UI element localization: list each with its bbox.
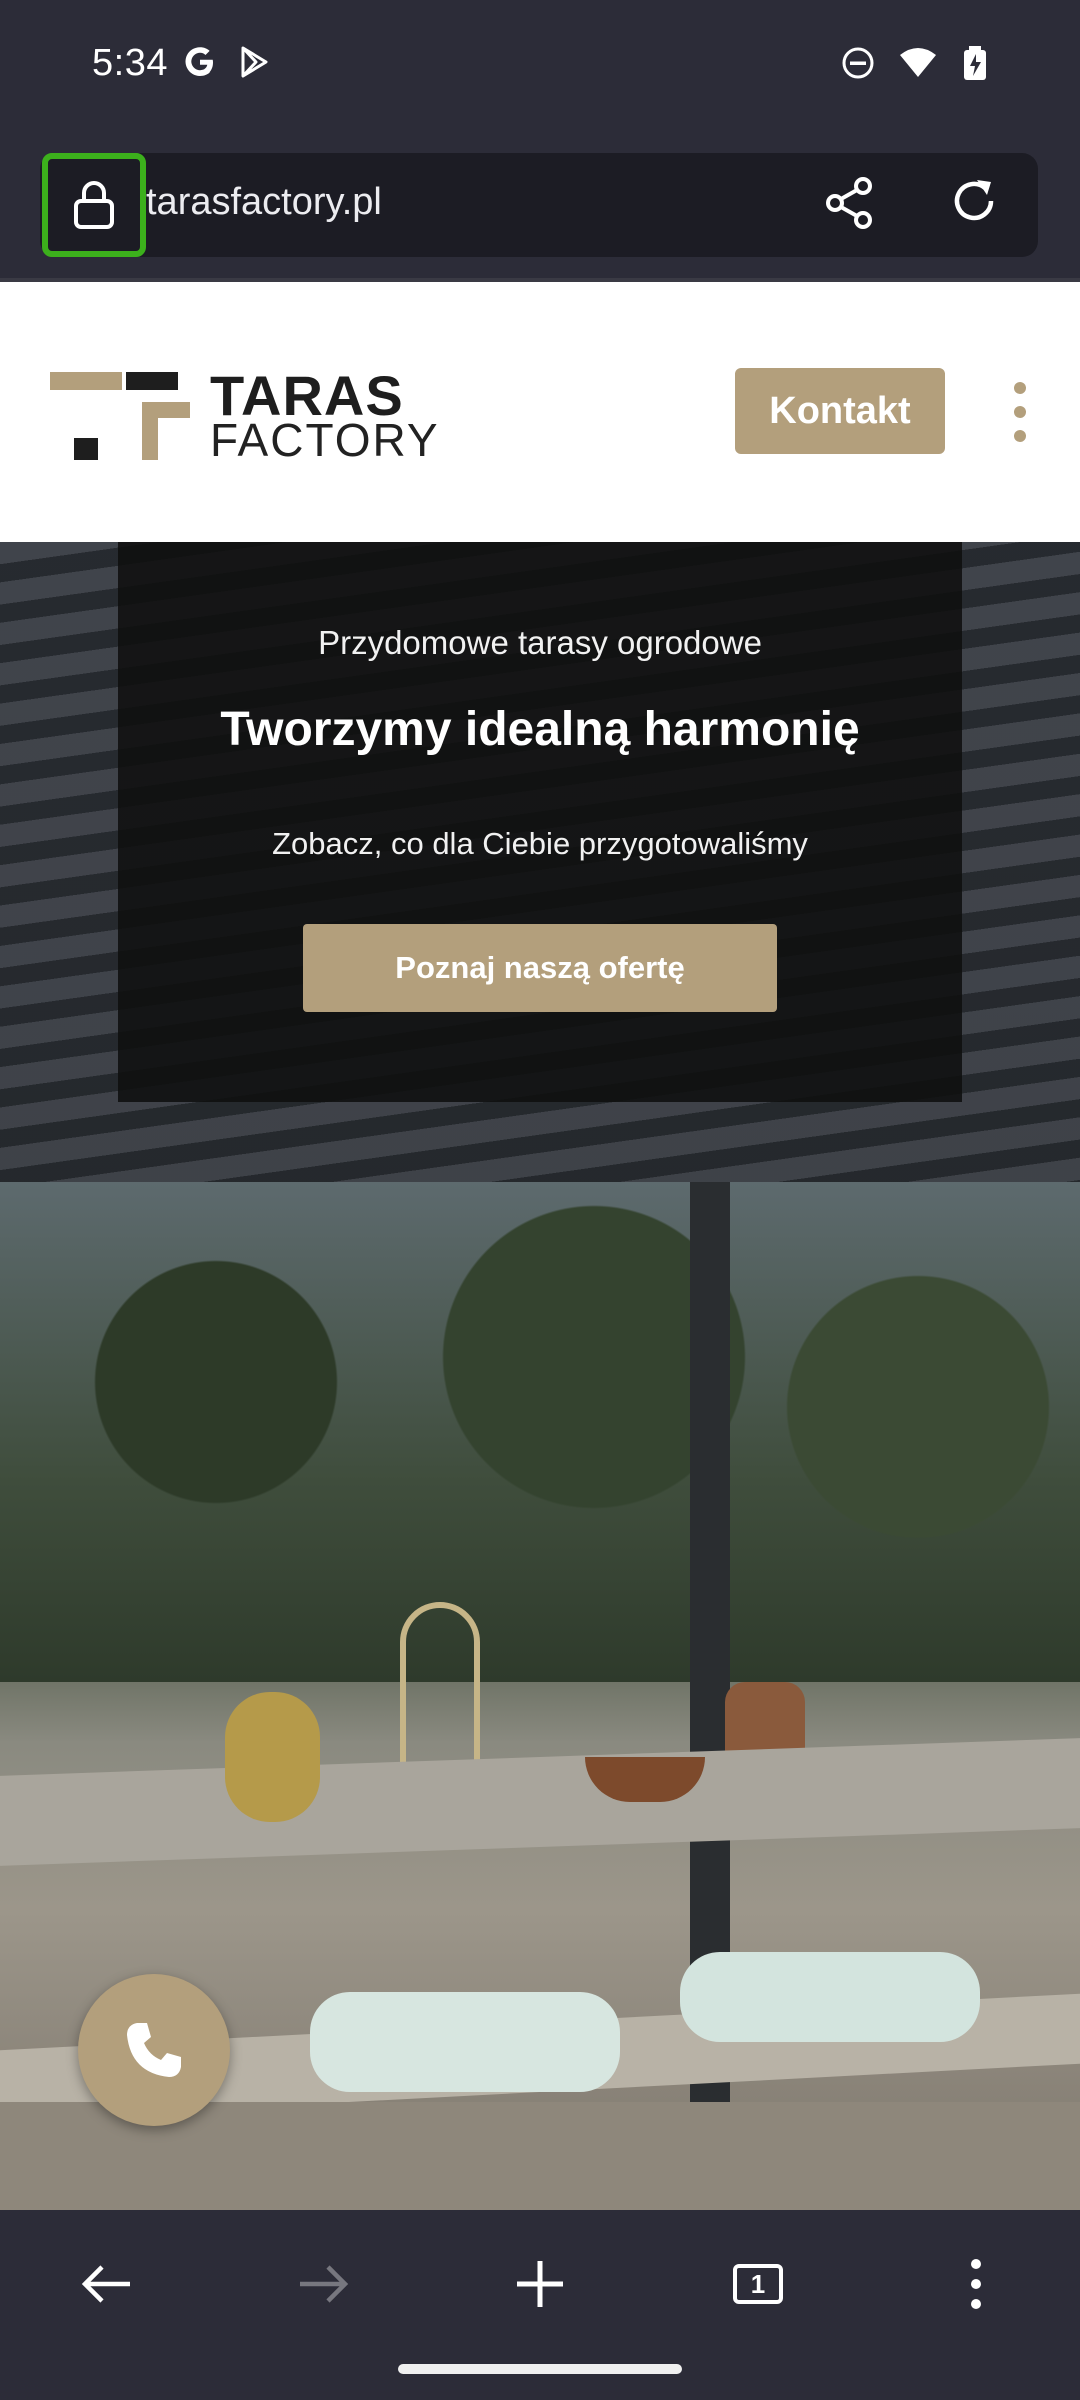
forward-arrow-icon[interactable] bbox=[284, 2244, 364, 2324]
phone-icon[interactable] bbox=[78, 1974, 230, 2126]
logo-text-factory: FACTORY bbox=[210, 414, 440, 466]
status-time: 5:34 bbox=[92, 42, 168, 84]
browser-toolbar: tarasfactory.pl bbox=[0, 135, 1080, 278]
play-store-icon bbox=[236, 44, 272, 85]
hero-background-trees bbox=[0, 1182, 1080, 1682]
tab-switcher-button[interactable]: 1 bbox=[718, 2244, 798, 2324]
hero-subtitle: Zobacz, co dla Ciebie przygotowaliśmy bbox=[272, 826, 808, 861]
hero-section: Przydomowe tarasy ogrodowe Tworzymy idea… bbox=[0, 542, 1080, 2210]
url-text[interactable]: tarasfactory.pl bbox=[146, 181, 382, 224]
hero-background-pineapple bbox=[225, 1692, 320, 1822]
lock-icon[interactable] bbox=[42, 153, 146, 257]
hero-background-cushion bbox=[680, 1952, 980, 2042]
reload-icon[interactable] bbox=[942, 169, 1006, 233]
hero-background-cushion bbox=[310, 1992, 620, 2092]
do-not-disturb-icon bbox=[840, 45, 876, 86]
status-right-icons bbox=[840, 44, 990, 87]
site-header: TARAS FACTORY Kontakt bbox=[0, 278, 1080, 542]
google-icon bbox=[182, 44, 218, 85]
logo[interactable]: TARAS FACTORY bbox=[50, 368, 438, 468]
battery-icon bbox=[960, 44, 990, 87]
contact-button[interactable]: Kontakt bbox=[735, 368, 945, 454]
share-icon[interactable] bbox=[818, 171, 882, 235]
logo-mark bbox=[50, 372, 190, 460]
hero-title: Tworzymy idealną harmonię bbox=[220, 703, 860, 756]
hero-background-table bbox=[0, 1738, 1080, 1866]
wifi-icon bbox=[898, 45, 938, 86]
more-vertical-icon[interactable] bbox=[936, 2244, 1016, 2324]
tab-count: 1 bbox=[733, 2264, 783, 2304]
plus-icon[interactable] bbox=[500, 2244, 580, 2324]
offer-button[interactable]: Poznaj naszą ofertę bbox=[303, 924, 777, 1012]
hero-text-box: Przydomowe tarasy ogrodowe Tworzymy idea… bbox=[118, 542, 962, 1102]
status-left-icons bbox=[182, 44, 272, 85]
hero-kicker: Przydomowe tarasy ogrodowe bbox=[318, 624, 762, 661]
status-bar: 5:34 bbox=[0, 0, 1080, 135]
home-indicator[interactable] bbox=[398, 2364, 682, 2374]
browser-bottom-toolbar: 1 bbox=[0, 2210, 1080, 2400]
back-arrow-icon[interactable] bbox=[66, 2244, 146, 2324]
more-vertical-icon[interactable] bbox=[1000, 382, 1040, 442]
